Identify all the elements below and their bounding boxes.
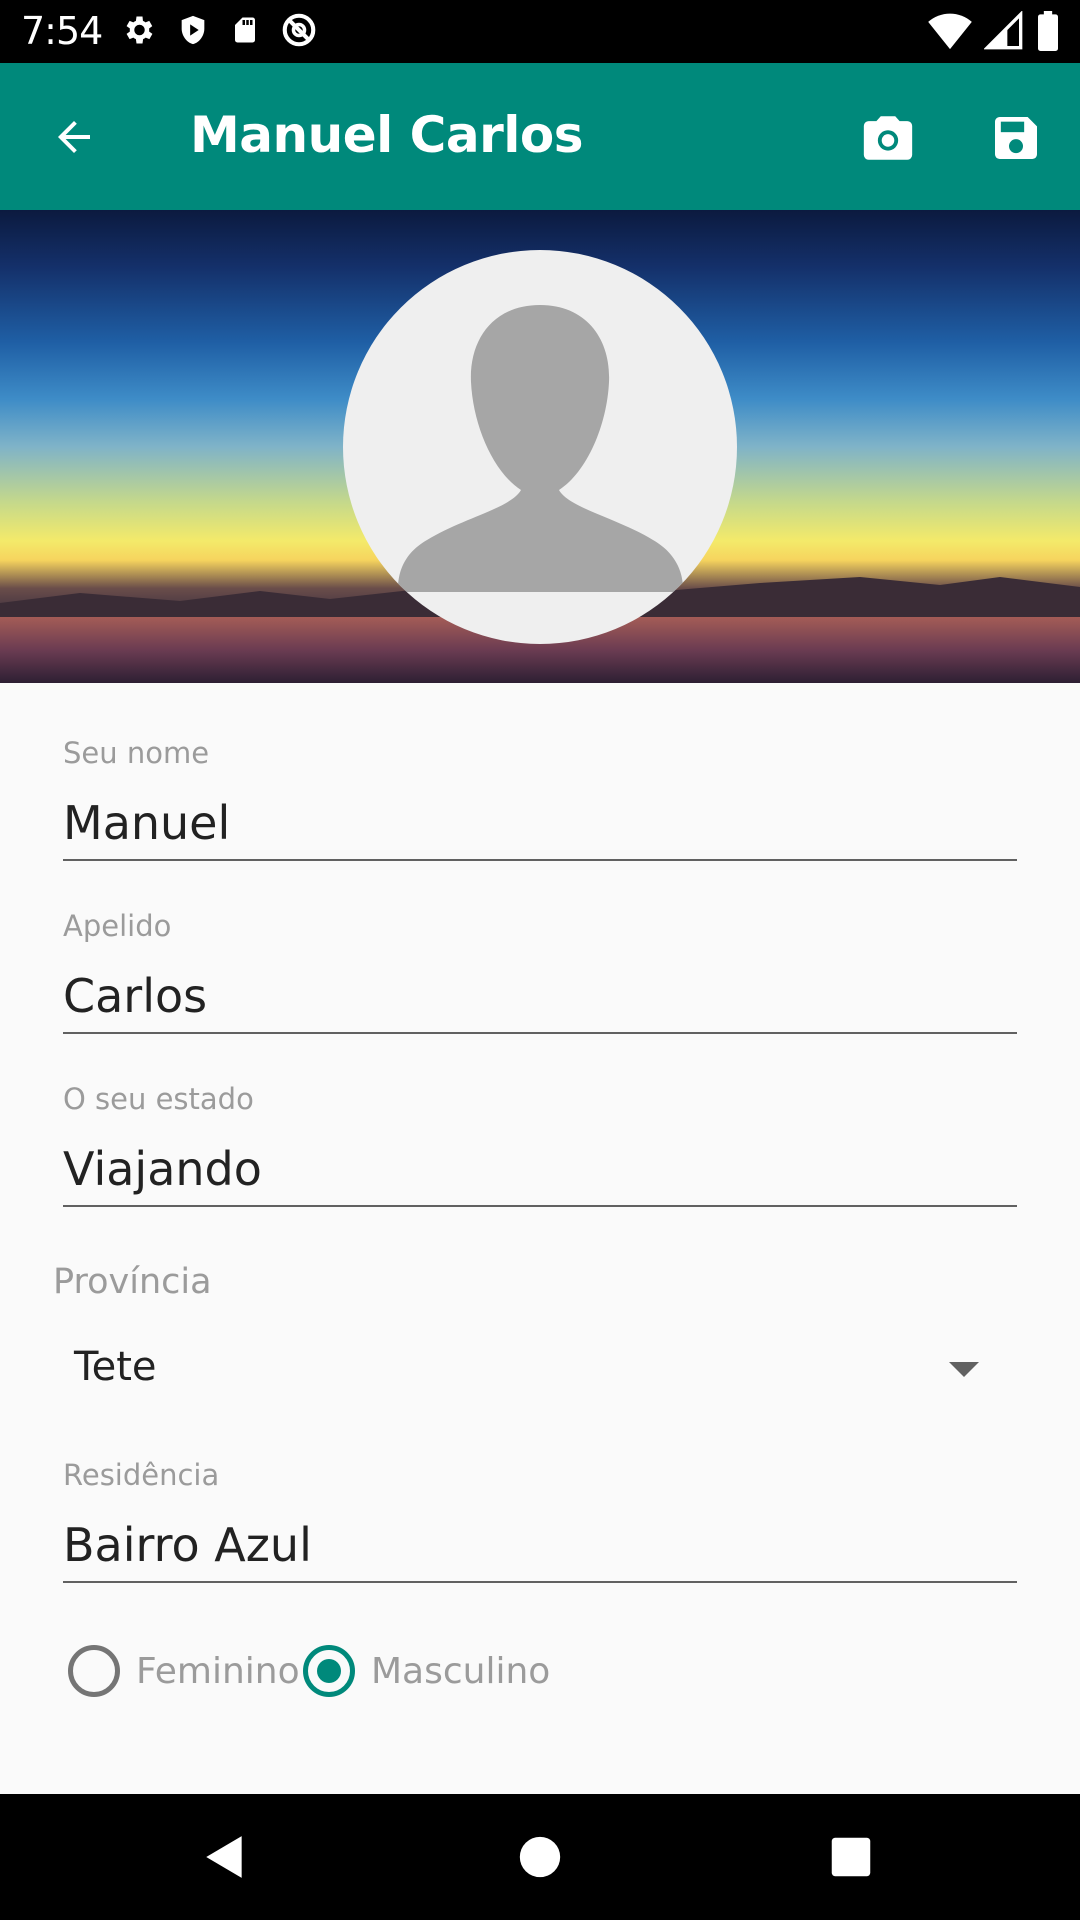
radio-feminino-label: Feminino <box>136 1650 300 1692</box>
residence-label: Residência <box>63 1458 220 1492</box>
first-name-field[interactable]: Manuel <box>63 796 230 850</box>
nav-home-button[interactable] <box>507 1824 573 1890</box>
last-name-underline <box>63 1032 1017 1034</box>
header-background-image <box>0 210 1080 683</box>
first-name-underline <box>63 859 1017 861</box>
camera-button[interactable] <box>852 103 924 173</box>
avatar[interactable] <box>343 250 737 644</box>
residence-field[interactable]: Bairro Azul <box>63 1518 312 1572</box>
status-bar: 7:54 <box>0 0 1080 63</box>
status-time: 7:54 <box>21 9 103 53</box>
app-bar: Manuel Carlos <box>0 63 1080 210</box>
radio-masculino[interactable]: Masculino <box>303 1645 550 1697</box>
status-right-icons <box>928 11 1060 51</box>
wifi-icon <box>928 13 972 50</box>
first-name-label: Seu nome <box>63 736 210 770</box>
settings-icon <box>126 16 153 44</box>
province-spinner[interactable]: Tete <box>53 1330 1017 1410</box>
status-label: O seu estado <box>63 1082 254 1116</box>
no-disturb-icon <box>282 13 316 47</box>
save-button[interactable] <box>980 103 1052 173</box>
camera-icon <box>863 116 913 160</box>
nav-back-button[interactable] <box>192 1824 258 1890</box>
back-button[interactable] <box>38 107 110 167</box>
status-left-icons <box>120 11 318 49</box>
radio-unchecked-icon <box>68 1645 120 1697</box>
nav-recents-button[interactable] <box>818 1824 884 1890</box>
residence-underline <box>63 1581 1017 1583</box>
status-underline <box>63 1205 1017 1207</box>
person-placeholder-icon <box>398 305 683 592</box>
radio-feminino[interactable]: Feminino <box>68 1645 300 1697</box>
back-triangle-icon <box>206 1836 242 1878</box>
sd-card-icon <box>235 17 255 43</box>
cell-signal-icon <box>984 11 1023 50</box>
navigation-bar <box>0 1794 1080 1920</box>
app-title: Manuel Carlos <box>190 106 584 164</box>
radio-masculino-label: Masculino <box>371 1650 551 1692</box>
last-name-label: Apelido <box>63 909 172 943</box>
status-field[interactable]: Viajando <box>63 1142 262 1196</box>
home-circle-icon <box>519 1836 561 1878</box>
save-icon <box>995 117 1037 159</box>
province-selected-value: Tete <box>74 1344 157 1390</box>
arrow-back-icon <box>58 121 90 153</box>
recents-square-icon <box>831 1837 871 1877</box>
dropdown-arrow-icon <box>949 1362 979 1377</box>
shield-play-icon <box>181 15 205 45</box>
radio-checked-icon <box>303 1645 355 1697</box>
battery-icon <box>1038 11 1058 51</box>
province-label: Província <box>53 1262 212 1302</box>
last-name-field[interactable]: Carlos <box>63 969 207 1023</box>
